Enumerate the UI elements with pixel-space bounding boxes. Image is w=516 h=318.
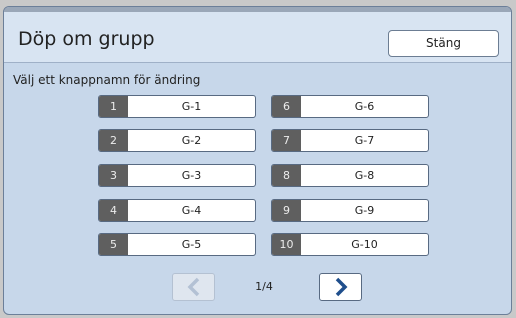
group-number: 6 xyxy=(272,96,301,117)
page-indicator: 1/4 xyxy=(255,280,273,293)
group-number: 3 xyxy=(99,165,128,186)
dialog-header: Döp om grupp Stäng xyxy=(4,12,511,63)
group-button-10[interactable]: 10 G-10 xyxy=(271,233,429,256)
group-number: 9 xyxy=(272,200,301,221)
group-number: 4 xyxy=(99,200,128,221)
group-name: G-6 xyxy=(354,100,375,113)
group-name: G-2 xyxy=(181,134,202,147)
group-number: 10 xyxy=(272,234,301,255)
group-button-7[interactable]: 7 G-7 xyxy=(271,129,429,152)
group-name: G-5 xyxy=(181,238,202,251)
group-button-9[interactable]: 9 G-9 xyxy=(271,199,429,222)
group-button-2[interactable]: 2 G-2 xyxy=(98,129,256,152)
group-name: G-4 xyxy=(181,204,202,217)
chevron-left-icon xyxy=(187,277,199,297)
group-name: G-1 xyxy=(181,100,202,113)
group-number: 5 xyxy=(99,234,128,255)
next-page-button[interactable] xyxy=(319,273,362,301)
chevron-right-icon xyxy=(335,277,347,297)
close-button[interactable]: Stäng xyxy=(388,30,499,57)
group-name: G-9 xyxy=(354,204,375,217)
group-name: G-7 xyxy=(354,134,375,147)
group-number: 7 xyxy=(272,130,301,151)
group-button-5[interactable]: 5 G-5 xyxy=(98,233,256,256)
group-number: 2 xyxy=(99,130,128,151)
previous-page-button[interactable] xyxy=(172,273,215,301)
group-button-8[interactable]: 8 G-8 xyxy=(271,164,429,187)
group-button-3[interactable]: 3 G-3 xyxy=(98,164,256,187)
group-button-6[interactable]: 6 G-6 xyxy=(271,95,429,118)
group-number: 1 xyxy=(99,96,128,117)
group-name: G-8 xyxy=(354,169,375,182)
rename-group-dialog: Döp om grupp Stäng Välj ett knappnamn fö… xyxy=(3,6,512,315)
dialog-title: Döp om grupp xyxy=(18,28,155,50)
group-button-4[interactable]: 4 G-4 xyxy=(98,199,256,222)
group-name: G-10 xyxy=(351,238,378,251)
instruction-text: Välj ett knappnamn för ändring xyxy=(13,73,201,87)
group-button-1[interactable]: 1 G-1 xyxy=(98,95,256,118)
group-number: 8 xyxy=(272,165,301,186)
group-name: G-3 xyxy=(181,169,202,182)
